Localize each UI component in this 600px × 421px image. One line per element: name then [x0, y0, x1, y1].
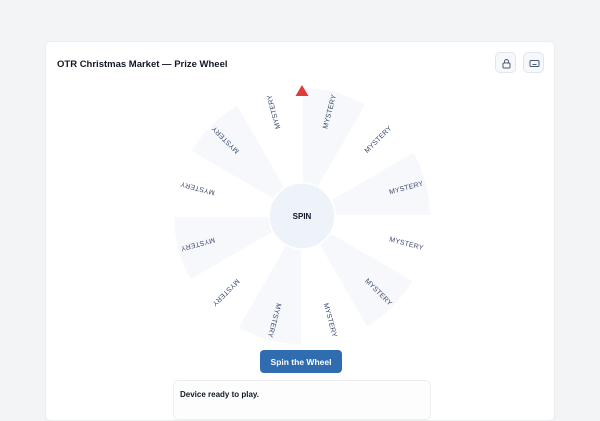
lock-button[interactable] [495, 52, 516, 73]
lock-icon [502, 59, 511, 69]
page-title: OTR Christmas Market — Prize Wheel [57, 59, 228, 70]
status-message: Device ready to play. [180, 390, 259, 399]
screen-icon [529, 60, 540, 67]
spin-hub-label[interactable]: SPIN [293, 212, 312, 221]
prize-wheel[interactable]: MYSTERYMYSTERYMYSTERYMYSTERYMYSTERYMYSTE… [171, 85, 433, 347]
screen-button[interactable] [523, 52, 544, 73]
spin-the-wheel-button[interactable]: Spin the Wheel [260, 350, 342, 373]
prize-wheel-card: OTR Christmas Market — Prize Wheel MYSTE… [45, 41, 555, 421]
status-panel: Device ready to play. [173, 380, 431, 420]
